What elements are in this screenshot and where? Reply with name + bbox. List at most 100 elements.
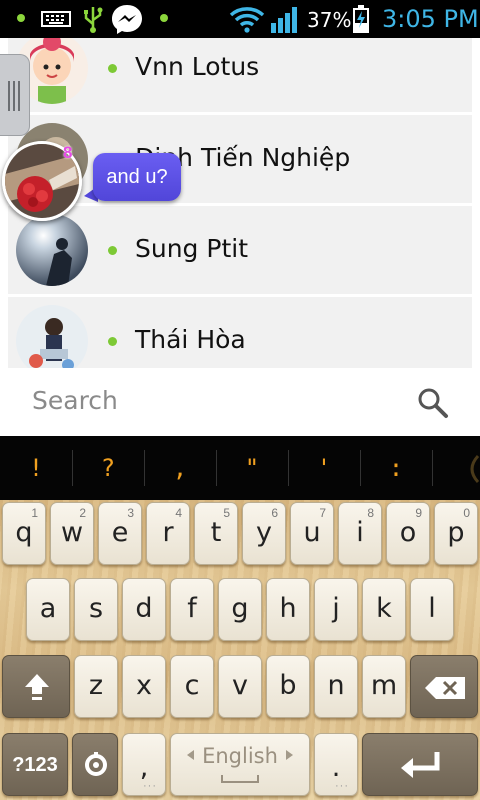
search-bar (0, 368, 480, 436)
suggestion-item[interactable]: ! (0, 436, 72, 500)
enter-key[interactable] (362, 733, 478, 796)
more-suggestions-icon[interactable] (462, 454, 480, 484)
key-label: w (60, 517, 84, 548)
language-next-icon (286, 750, 293, 760)
search-icon[interactable] (415, 386, 449, 420)
key-label: t (210, 517, 222, 548)
wifi-icon (229, 7, 265, 33)
key-label: j (332, 593, 340, 624)
backspace-icon (425, 677, 465, 699)
suggestion-item[interactable]: " (216, 436, 288, 500)
key-k[interactable]: k (362, 578, 406, 641)
key-label: k (376, 593, 392, 624)
key-label: e (111, 517, 129, 548)
key-i[interactable]: 8i (338, 502, 382, 565)
key-q[interactable]: 1q (2, 502, 46, 565)
key-label: f (187, 593, 197, 624)
divider (432, 450, 433, 486)
key-y[interactable]: 6y (242, 502, 286, 565)
suggestion-item[interactable]: : (360, 436, 432, 500)
key-label: q (15, 517, 33, 548)
key-c[interactable]: c (170, 655, 214, 718)
notification-dot-icon (160, 14, 168, 22)
key-label: l (428, 593, 436, 624)
key-h[interactable]: h (266, 578, 310, 641)
settings-key[interactable] (72, 733, 118, 796)
space-key[interactable]: English (170, 733, 310, 796)
period-key[interactable]: . ··· (314, 733, 358, 796)
key-z[interactable]: z (74, 655, 118, 718)
key-label: , (139, 752, 149, 783)
key-o[interactable]: 9o (386, 502, 430, 565)
key-label: x (136, 670, 152, 701)
contact-row[interactable]: Thái Hòa (8, 297, 472, 368)
comma-key[interactable]: , ··· (122, 733, 166, 796)
key-d[interactable]: d (122, 578, 166, 641)
settings-icon (85, 752, 107, 776)
key-l[interactable]: l (410, 578, 454, 641)
key-label: r (162, 517, 174, 548)
key-b[interactable]: b (266, 655, 310, 718)
key-label: s (88, 593, 104, 624)
more-dots: ··· (143, 780, 157, 792)
contact-row[interactable]: Vnn Lotus (8, 38, 472, 112)
suggestion-item[interactable]: ? (72, 436, 144, 500)
suggestion-item[interactable]: , (144, 436, 216, 500)
contact-row[interactable]: Sung Ptit (8, 206, 472, 294)
key-f[interactable]: f (170, 578, 214, 641)
key-label: v (232, 670, 248, 701)
key-label: c (184, 670, 200, 701)
notification-dot-icon (17, 14, 25, 22)
enter-icon (401, 752, 440, 778)
phone-screen: 37% 3:05 PM Vnn Lotus Định Tiến Nghiệp S… (0, 0, 480, 800)
online-status-dot (108, 337, 117, 346)
key-g[interactable]: g (218, 578, 262, 641)
key-v[interactable]: v (218, 655, 262, 718)
key-j[interactable]: j (314, 578, 358, 641)
key-t[interactable]: 5t (194, 502, 238, 565)
shift-key[interactable] (2, 655, 70, 718)
key-a[interactable]: a (26, 578, 70, 641)
key-label: o (399, 517, 417, 548)
key-x[interactable]: x (122, 655, 166, 718)
suggestion-strip: ! ? , " ' : (0, 436, 480, 500)
clock-time: 3:05 PM (382, 5, 479, 33)
contact-name: Sung Ptit (135, 234, 249, 263)
key-n[interactable]: n (314, 655, 358, 718)
shift-icon (25, 674, 49, 700)
messenger-icon (112, 5, 142, 34)
key-label: h (279, 593, 297, 624)
key-label: b (279, 670, 297, 701)
key-m[interactable]: m (362, 655, 406, 718)
chat-message-bubble[interactable]: and u? (93, 153, 181, 201)
key-w[interactable]: 2w (50, 502, 94, 565)
status-bar: 37% 3:05 PM (0, 0, 480, 38)
online-status-dot (108, 64, 117, 73)
symbols-key[interactable]: ?123 (2, 733, 68, 796)
search-input[interactable] (32, 386, 392, 415)
grip-line (18, 81, 20, 111)
key-label: z (88, 670, 104, 701)
avatar (16, 214, 88, 286)
backspace-key[interactable] (410, 655, 478, 718)
key-p[interactable]: 0p (434, 502, 478, 565)
key-u[interactable]: 7u (290, 502, 334, 565)
key-label: g (231, 593, 249, 624)
key-r[interactable]: 4r (146, 502, 190, 565)
grip-line (13, 81, 15, 111)
unread-count-badge: 8 (63, 143, 73, 162)
key-label: p (447, 517, 465, 548)
key-label: y (256, 517, 272, 548)
more-dots: ··· (335, 780, 349, 792)
key-s[interactable]: s (74, 578, 118, 641)
key-label: u (303, 517, 321, 548)
space-icon (221, 775, 259, 783)
key-label: . (331, 752, 341, 783)
key-e[interactable]: 3e (98, 502, 142, 565)
key-label: ?123 (12, 754, 58, 776)
battery-percent: 37% (307, 8, 352, 32)
avatar (16, 305, 88, 368)
soft-keyboard: 1q 2w 3e 4r 5t 6y 7u 8i 9o 0p a s d f g … (0, 500, 480, 800)
sidebar-drag-handle[interactable] (0, 54, 30, 136)
suggestion-item[interactable]: ' (288, 436, 360, 500)
